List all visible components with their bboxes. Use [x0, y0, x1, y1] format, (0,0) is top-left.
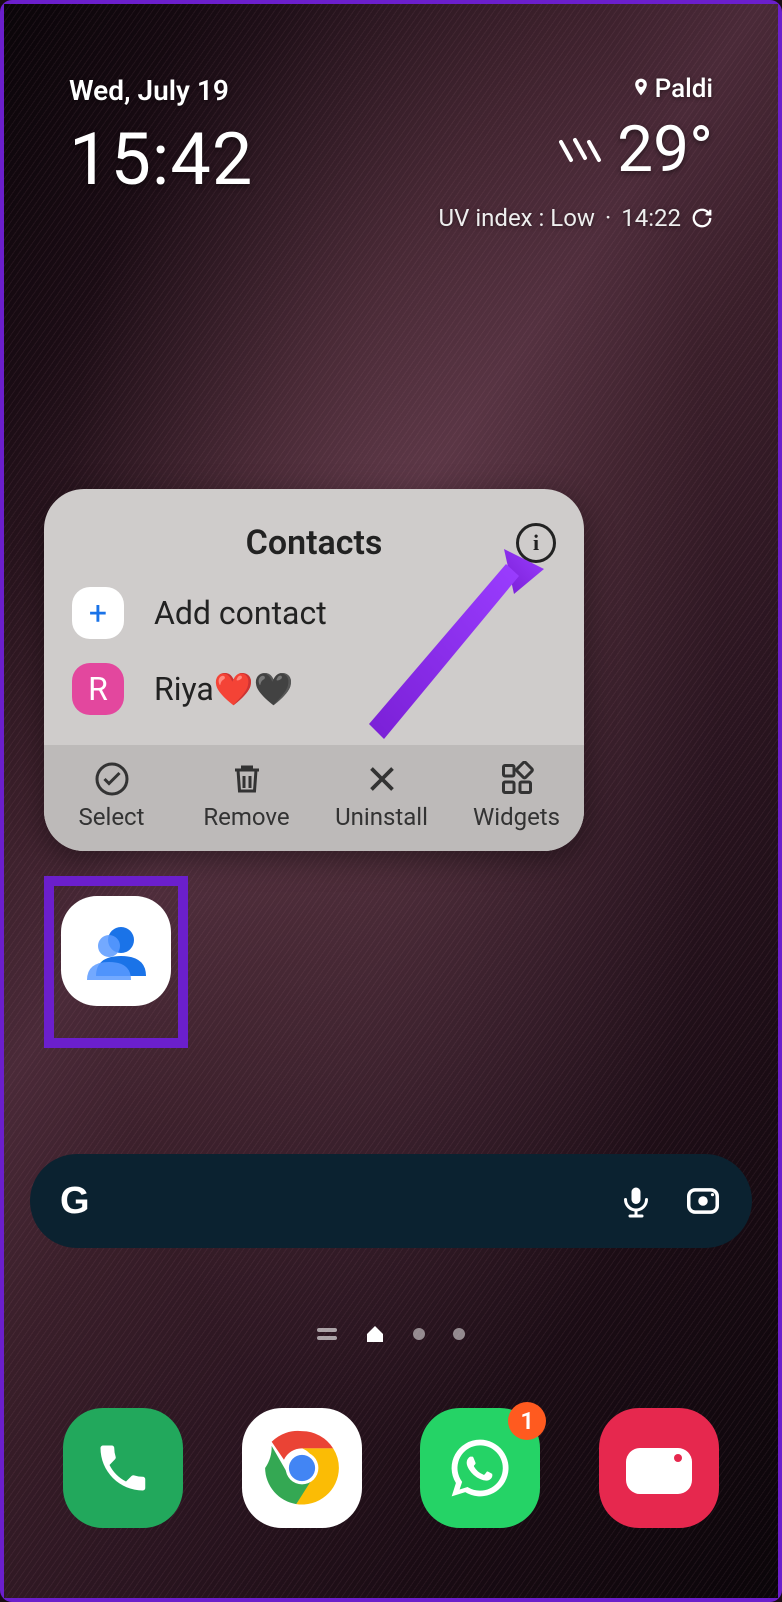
person-icon — [81, 916, 151, 986]
chrome-app-icon[interactable] — [242, 1408, 362, 1528]
camera-icon — [624, 1440, 694, 1496]
trash-icon — [229, 761, 265, 797]
shortcut-label: Riya❤️🖤 — [154, 670, 294, 708]
apps-page-icon — [317, 1326, 337, 1342]
phone-icon — [93, 1438, 153, 1498]
page-dot — [413, 1328, 425, 1340]
page-dot — [453, 1328, 465, 1340]
uninstall-action[interactable]: Uninstall — [314, 761, 449, 831]
temperature-text: 29° — [617, 112, 713, 187]
shortcut-contact-riya[interactable]: R Riya❤️🖤 — [44, 651, 584, 735]
dock: 1 — [34, 1408, 748, 1528]
select-icon — [94, 761, 130, 797]
mic-icon[interactable] — [618, 1183, 654, 1219]
lens-icon[interactable] — [684, 1182, 722, 1220]
app-info-button[interactable]: i — [516, 523, 556, 563]
shortcut-label: Add contact — [154, 594, 327, 632]
action-label: Uninstall — [335, 803, 428, 831]
camera-app-icon[interactable] — [599, 1408, 719, 1528]
date-text: Wed, July 19 — [69, 74, 253, 107]
time-text: 15:42 — [69, 117, 253, 202]
google-search-bar[interactable]: G — [30, 1154, 752, 1248]
google-g-icon: G — [60, 1180, 90, 1223]
clock-widget[interactable]: Wed, July 19 15:42 — [69, 74, 253, 202]
weather-widget[interactable]: Paldi 29° — [555, 74, 713, 202]
plus-icon: + — [72, 587, 124, 639]
annotation-highlight — [44, 876, 188, 1048]
contact-avatar-icon: R — [72, 663, 124, 715]
select-action[interactable]: Select — [44, 761, 179, 831]
page-indicator[interactable] — [4, 1324, 778, 1344]
widgets-icon — [499, 761, 535, 797]
chrome-icon — [261, 1427, 343, 1509]
popup-title: Contacts — [74, 523, 554, 563]
shortcut-add-contact[interactable]: + Add contact — [44, 575, 584, 651]
remove-action[interactable]: Remove — [179, 761, 314, 831]
app-context-popup: Contacts i + Add contact R Riya❤️🖤 Selec… — [44, 489, 584, 851]
widgets-action[interactable]: Widgets — [449, 761, 584, 831]
home-page-icon — [365, 1324, 385, 1344]
phone-app-icon[interactable] — [63, 1408, 183, 1528]
notification-badge: 1 — [508, 1402, 546, 1440]
location-label: Paldi — [555, 74, 713, 104]
action-label: Remove — [203, 803, 289, 831]
weather-icon — [555, 132, 605, 168]
x-icon — [364, 761, 400, 797]
weather-subline: UV index : Low·14:22 — [439, 204, 713, 232]
action-label: Widgets — [473, 803, 560, 831]
whatsapp-app-icon[interactable]: 1 — [420, 1408, 540, 1528]
action-label: Select — [79, 803, 145, 831]
whatsapp-icon — [446, 1434, 514, 1502]
contacts-app-icon[interactable] — [61, 896, 171, 1006]
